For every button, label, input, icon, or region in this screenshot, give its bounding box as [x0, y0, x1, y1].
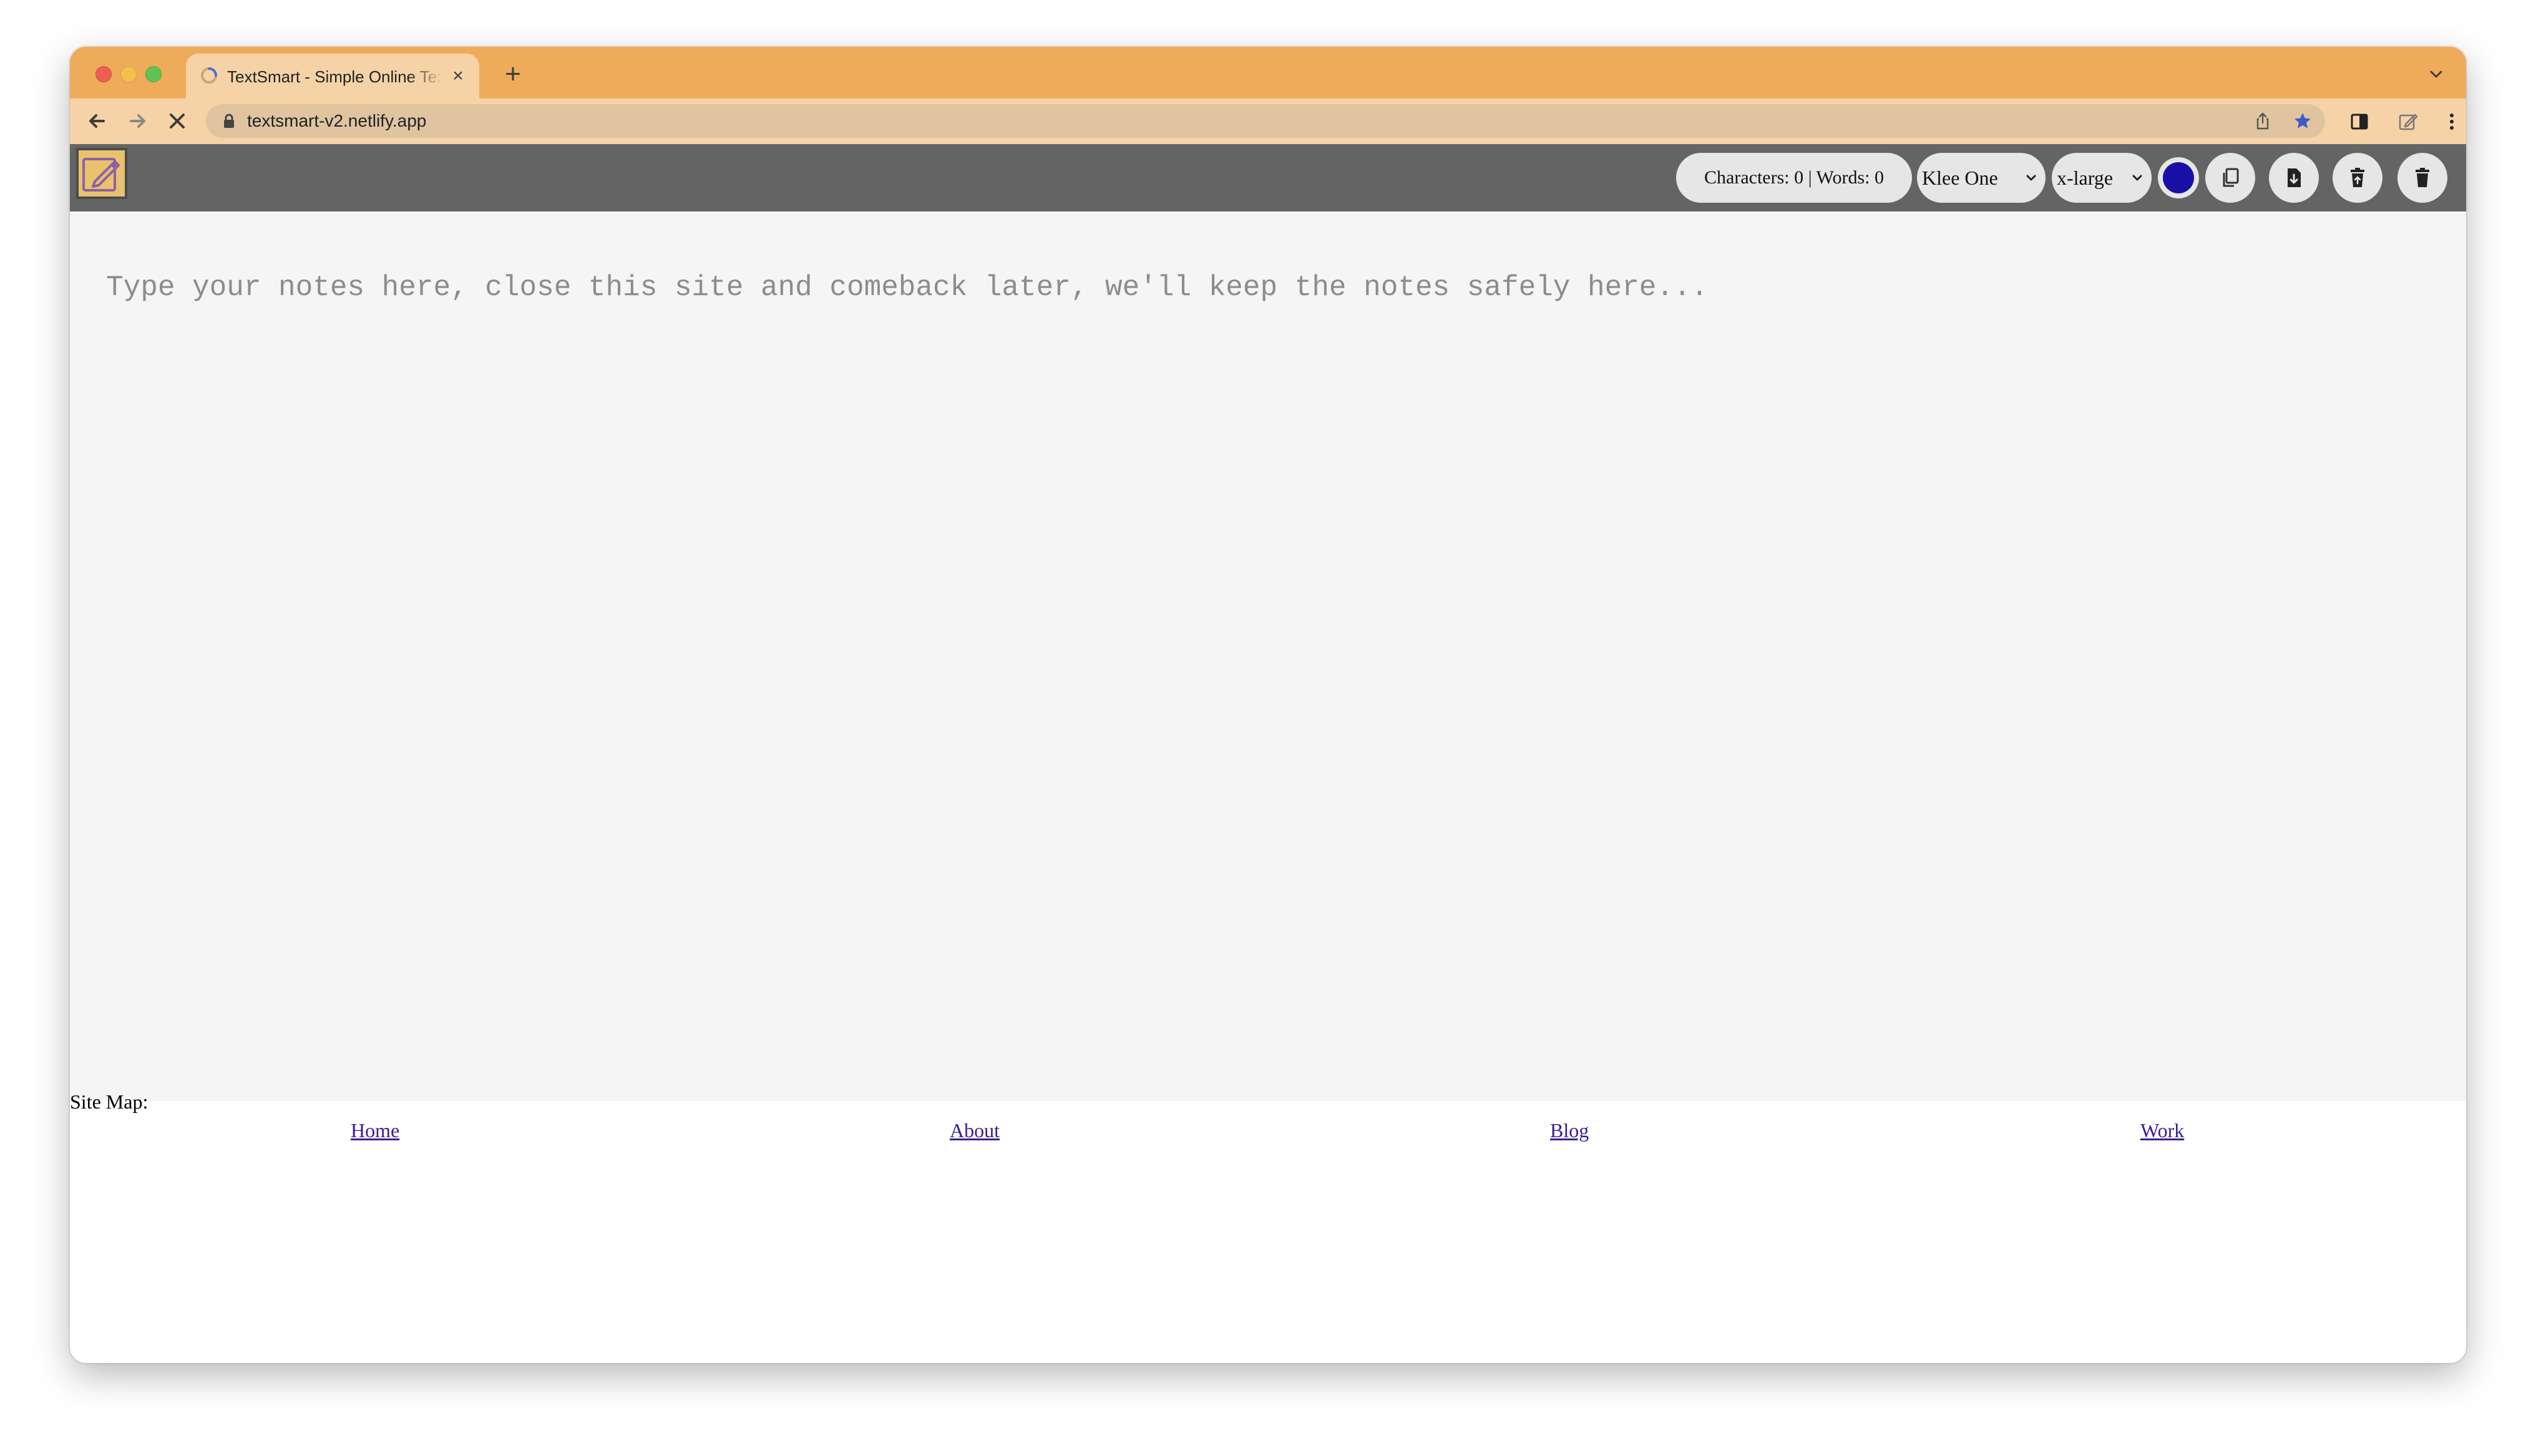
- clear-button[interactable]: [2333, 153, 2382, 203]
- tab-textsmart[interactable]: TextSmart - Simple Online Text Editor ×: [186, 54, 479, 99]
- lock-icon[interactable]: [221, 113, 237, 129]
- copy-button[interactable]: [2205, 153, 2255, 203]
- font-family-select[interactable]: Klee One: [1917, 153, 2046, 203]
- notes-textarea[interactable]: [105, 268, 2416, 956]
- back-arrow-icon[interactable]: [82, 106, 112, 136]
- character-word-count: Characters: 0 | Words: 0: [1676, 153, 1912, 203]
- font-size-value: x-large: [2057, 167, 2114, 189]
- text-color-picker[interactable]: [2158, 157, 2199, 198]
- chevron-down-icon[interactable]: [2425, 63, 2447, 85]
- tab-strip: TextSmart - Simple Online Text Editor × …: [70, 47, 2466, 99]
- sitemap-link-blog[interactable]: Blog: [1550, 1118, 1589, 1143]
- share-icon[interactable]: [2253, 111, 2273, 131]
- address-bar[interactable]: textsmart-v2.netlify.app: [206, 104, 2325, 138]
- pencil-square-icon: [82, 158, 120, 192]
- sitemap-link-work[interactable]: Work: [2140, 1118, 2184, 1143]
- font-size-select[interactable]: x-large: [2052, 153, 2152, 203]
- delete-button[interactable]: [2397, 153, 2447, 203]
- sitemap-label: Site Map:: [70, 1090, 149, 1113]
- app-header: Characters: 0 | Words: 0 Klee One x-larg…: [70, 144, 2466, 211]
- bookmark-star-icon[interactable]: [2293, 111, 2313, 131]
- file-download-icon: [2288, 168, 2301, 187]
- sitemap-link-home[interactable]: Home: [351, 1118, 399, 1143]
- tab-close-icon[interactable]: ×: [448, 66, 468, 86]
- font-family-value: Klee One: [1922, 167, 1998, 189]
- tab-title-fade: [408, 62, 443, 90]
- url-text: textsmart-v2.netlify.app: [247, 111, 427, 130]
- extension-edit-icon[interactable]: [2397, 111, 2419, 132]
- new-tab-button[interactable]: +: [500, 61, 525, 88]
- editor-area: Site Map: Home About Blog Work: [70, 211, 2466, 1142]
- side-panel-icon[interactable]: [2349, 111, 2370, 132]
- tab-title: TextSmart - Simple Online Text Editor: [227, 67, 439, 86]
- app-logo[interactable]: [76, 148, 127, 199]
- download-button[interactable]: [2269, 153, 2319, 203]
- trash-icon: [2416, 168, 2429, 187]
- copy-icon: [2223, 168, 2239, 187]
- forward-arrow-icon[interactable]: [122, 106, 152, 136]
- chevron-down-icon: [2132, 175, 2142, 181]
- trash-restore-icon: [2351, 168, 2364, 187]
- close-window-button[interactable]: [95, 66, 112, 82]
- browser-window: TextSmart - Simple Online Text Editor × …: [70, 47, 2466, 1363]
- chevron-down-icon: [2026, 175, 2036, 181]
- maximize-window-button[interactable]: [145, 66, 162, 82]
- browser-toolbar: textsmart-v2.netlify.app: [70, 99, 2466, 144]
- stop-loading-icon[interactable]: [162, 106, 192, 136]
- more-vertical-icon[interactable]: [2441, 111, 2462, 132]
- sitemap-link-about[interactable]: About: [950, 1118, 1000, 1143]
- minimize-window-button[interactable]: [120, 66, 137, 82]
- loading-spinner-icon: [201, 67, 217, 84]
- color-swatch: [2163, 162, 2194, 193]
